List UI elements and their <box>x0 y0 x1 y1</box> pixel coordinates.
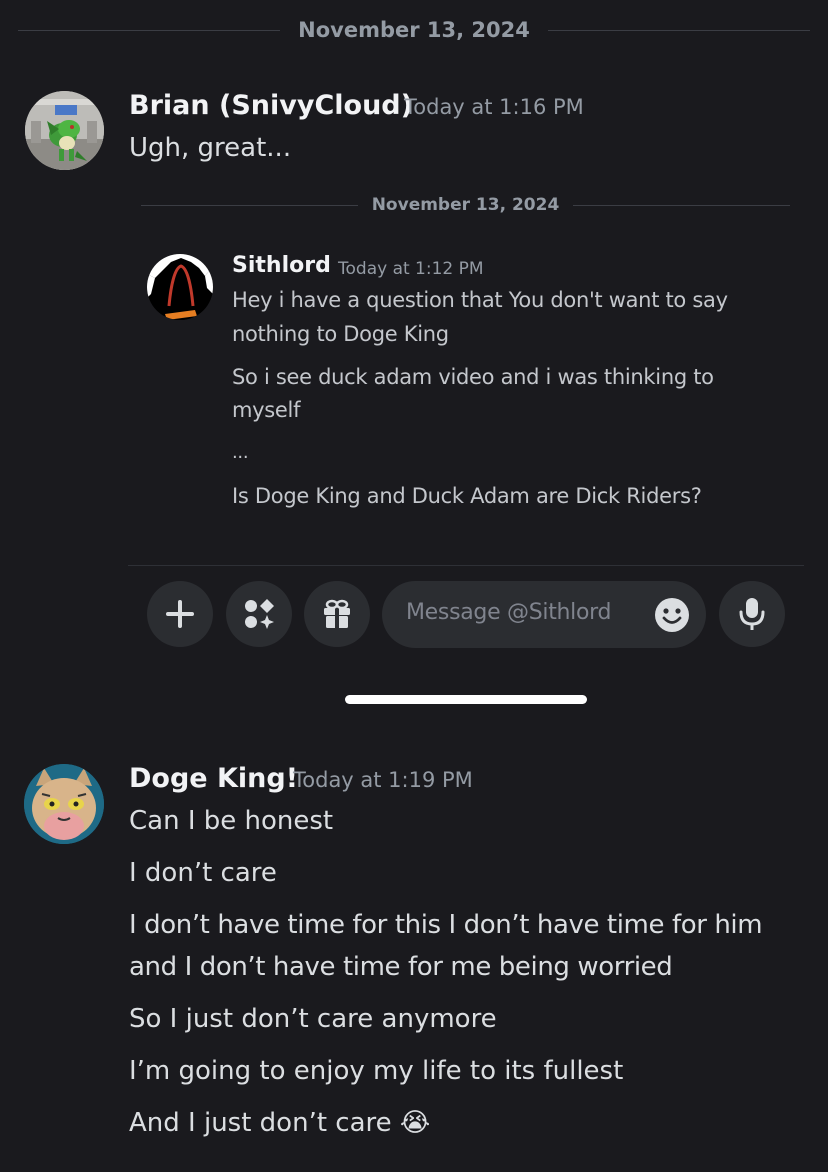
message-text: nothing to Doge King <box>232 322 449 346</box>
message-text: I’m going to enjoy my life to its fulles… <box>129 1056 624 1086</box>
emoji-icon[interactable] <box>653 596 691 634</box>
divider-line <box>547 29 810 31</box>
composer-separator <box>128 565 804 566</box>
divider-line <box>141 204 358 206</box>
message-text: Is Doge King and Duck Adam are Dick Ride… <box>232 484 702 508</box>
avatar-brian[interactable] <box>25 91 104 170</box>
username[interactable]: Sithlord <box>232 253 331 278</box>
divider-line <box>573 204 790 206</box>
message-text: and I don’t have time for me being worri… <box>129 952 673 982</box>
home-indicator <box>345 695 587 704</box>
gift-icon <box>324 599 350 628</box>
gift-button[interactable] <box>304 581 370 647</box>
message-text: Ugh, great... <box>129 133 292 163</box>
plus-icon <box>166 600 194 628</box>
message-text: So i see duck adam video and i was think… <box>232 365 714 389</box>
message-text: I don’t have time for this I don’t have … <box>129 910 763 940</box>
timestamp: Today at 1:19 PM <box>293 768 473 792</box>
microphone-icon <box>739 598 765 630</box>
message-text: ... <box>232 442 249 463</box>
voice-button[interactable] <box>719 581 785 647</box>
timestamp: Today at 1:16 PM <box>404 95 584 119</box>
apps-button[interactable] <box>226 581 292 647</box>
divider-date: November 13, 2024 <box>298 18 530 42</box>
username[interactable]: Brian (SnivyCloud) <box>129 90 413 121</box>
embedded-date-divider: November 13, 2024 <box>141 193 790 217</box>
date-divider: November 13, 2024 <box>18 16 810 44</box>
message-text: And I just don’t care 😭 <box>129 1108 431 1138</box>
message-text: Can I be honest <box>129 806 334 836</box>
apps-icon <box>245 599 274 629</box>
snivy-avatar-image <box>25 91 104 170</box>
timestamp: Today at 1:12 PM <box>338 259 484 279</box>
message-input[interactable]: Message @Sithlord <box>382 581 706 648</box>
avatar-sithlord[interactable] <box>147 254 213 320</box>
doge-avatar-image <box>24 764 104 844</box>
message-text: So I just don’t care anymore <box>129 1004 497 1034</box>
divider-date: November 13, 2024 <box>371 195 560 215</box>
message-text: myself <box>232 398 301 422</box>
username[interactable]: Doge King! <box>129 763 298 794</box>
divider-line <box>18 29 281 31</box>
message-text: I don’t care <box>129 858 277 888</box>
message-placeholder: Message @Sithlord <box>406 600 612 625</box>
message-text: Hey i have a question that You don't wan… <box>232 288 728 312</box>
sithlord-avatar-image <box>147 254 213 320</box>
add-button[interactable] <box>147 581 213 647</box>
avatar-doge-king[interactable] <box>24 764 104 844</box>
